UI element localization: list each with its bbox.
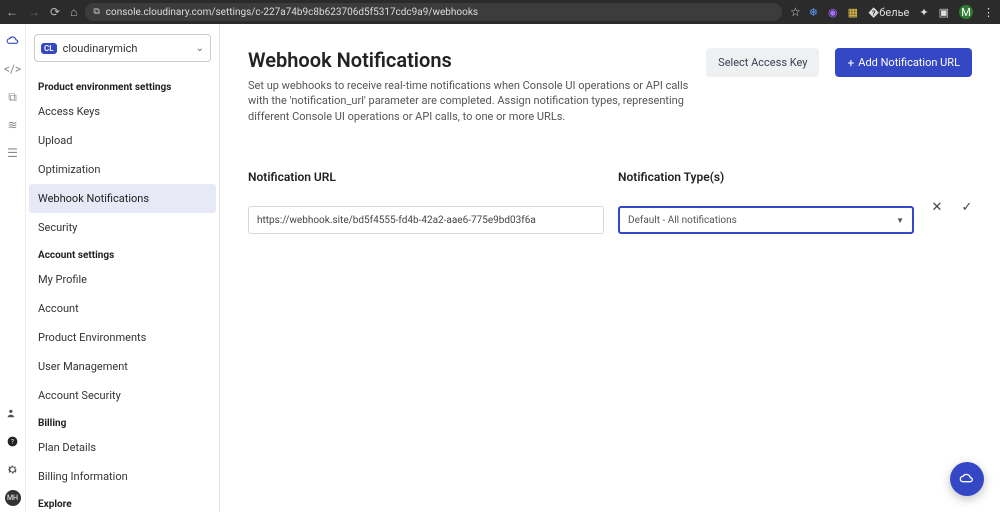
address-bar[interactable]: ⧉ console.cloudinary.com/settings/c-227a… [85, 3, 782, 21]
ext-icon-3[interactable]: ▦ [848, 6, 858, 19]
main-content: Webhook Notifications Set up webhooks to… [220, 24, 1000, 512]
account-selector[interactable]: CL cloudinarymich ⌄ [34, 34, 211, 62]
sidebar-item-plan-details[interactable]: Plan Details [26, 433, 219, 462]
account-chip: CL [41, 43, 57, 54]
chevron-down-icon: ⌄ [196, 43, 204, 54]
ext-icon-1[interactable]: ❄ [809, 6, 818, 19]
icon-rail: </> ⧉ ≋ ☰ ? MH [0, 24, 26, 512]
dropdown-triangle-icon: ▼ [896, 216, 904, 225]
sidebar-item-access-keys[interactable]: Access Keys [26, 97, 219, 126]
kebab-menu-icon[interactable]: ⋮ [983, 6, 994, 19]
sidebar-item-security[interactable]: Security [26, 213, 219, 242]
help-fab[interactable] [950, 462, 984, 496]
rail-user-avatar[interactable]: MH [5, 490, 21, 506]
sidebar-item-webhook-notifications[interactable]: Webhook Notifications [29, 184, 216, 213]
reload-icon[interactable]: ⟳ [50, 6, 60, 18]
back-icon[interactable]: ← [6, 6, 18, 18]
svg-text:?: ? [11, 438, 14, 445]
rail-icon-layers[interactable]: ≋ [6, 118, 20, 132]
sidebar-item-account-security[interactable]: Account Security [26, 381, 219, 410]
sidebar-item-account[interactable]: Account [26, 294, 219, 323]
profile-avatar[interactable]: M [959, 5, 973, 19]
rail-icon-settings[interactable]: ☰ [6, 146, 20, 160]
extensions-icon[interactable]: �белье [868, 6, 909, 19]
sidebar-item-optimization[interactable]: Optimization [26, 155, 219, 184]
sidebar-item-billing-information[interactable]: Billing Information [26, 462, 219, 491]
notification-type-label: Notification Type(s) [618, 170, 914, 184]
cancel-icon[interactable]: ✕ [928, 198, 946, 216]
sidebar-heading: Billing [26, 410, 219, 433]
rail-icon-users[interactable] [6, 406, 20, 420]
notification-type-select[interactable]: Default - All notifications ▼ [618, 206, 914, 234]
rail-icon-media[interactable]: ⧉ [6, 90, 20, 104]
cloudinary-logo-icon[interactable] [6, 34, 20, 48]
forward-icon: → [28, 6, 40, 18]
add-notification-url-button[interactable]: + Add Notification URL [835, 48, 972, 77]
notification-url-input[interactable] [248, 206, 604, 234]
plus-icon: + [847, 57, 854, 69]
sidebar-heading: Account settings [26, 242, 219, 265]
home-icon[interactable]: ⌂ [70, 6, 77, 18]
sidebar-item-product-environments[interactable]: Product Environments [26, 323, 219, 352]
browser-toolbar: ← → ⟳ ⌂ ⧉ console.cloudinary.com/setting… [0, 0, 1000, 24]
sidebar-heading: Explore [26, 491, 219, 512]
settings-sidebar: CL cloudinarymich ⌄ Product environment … [26, 24, 220, 512]
rail-icon-gear[interactable] [6, 462, 20, 476]
sidebar-item-upload[interactable]: Upload [26, 126, 219, 155]
url-text: console.cloudinary.com/settings/c-227a74… [106, 7, 478, 18]
page-description: Set up webhooks to receive real-time not… [248, 78, 690, 124]
site-info-icon[interactable]: ⧉ [93, 7, 99, 17]
select-value: Default - All notifications [628, 215, 737, 226]
sidebar-item-my-profile[interactable]: My Profile [26, 265, 219, 294]
rail-icon-help[interactable]: ? [6, 434, 20, 448]
rail-icon-code[interactable]: </> [6, 62, 20, 76]
bookmark-star-icon[interactable]: ☆ [790, 5, 801, 19]
account-name: cloudinarymich [63, 42, 138, 55]
confirm-icon[interactable]: ✓ [958, 198, 976, 216]
notification-url-label: Notification URL [248, 170, 604, 184]
select-access-key-button[interactable]: Select Access Key [706, 48, 819, 77]
sidebar-item-user-management[interactable]: User Management [26, 352, 219, 381]
add-button-label: Add Notification URL [858, 56, 960, 69]
panel-icon[interactable]: ▣ [939, 6, 949, 19]
ext-icon-2[interactable]: ◉ [828, 6, 838, 19]
page-title: Webhook Notifications [248, 48, 690, 72]
extensions-puzzle-icon[interactable]: ✦ [919, 6, 928, 19]
sidebar-heading: Product environment settings [26, 74, 219, 97]
